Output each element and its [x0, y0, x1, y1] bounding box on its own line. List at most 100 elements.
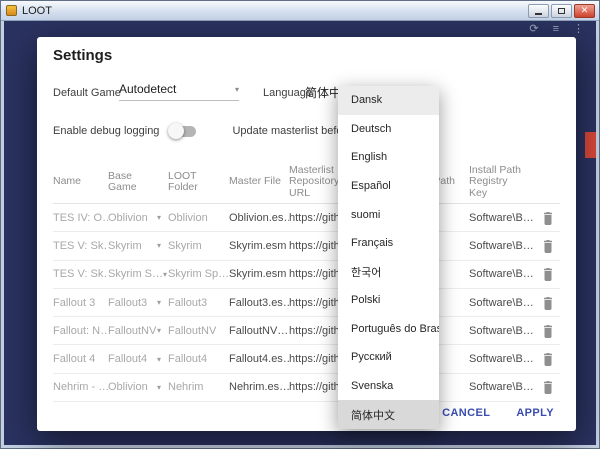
base-game-value: FalloutNV — [108, 325, 156, 337]
game-name-field[interactable]: TES IV: O… — [53, 212, 108, 224]
master-file-field[interactable]: Fallout4.es… — [229, 353, 289, 365]
column-header: Install Path Registry Key — [469, 165, 536, 200]
base-game-select[interactable]: Skyrim ▾ — [108, 240, 168, 252]
game-row: Nehrim - … Oblivion ▾ Nehrim Nehrim.es… … — [53, 374, 560, 402]
apply-button[interactable]: APPLY — [516, 407, 554, 419]
dialog-actions: CANCEL APPLY — [442, 407, 554, 419]
loot-app-icon — [6, 5, 17, 16]
registry-key-field[interactable]: Software\B… — [469, 381, 536, 393]
minimize-button[interactable] — [528, 4, 549, 18]
registry-key-field[interactable]: Software\B… — [469, 212, 536, 224]
language-option[interactable]: Svenska — [338, 372, 439, 401]
delete-game-button[interactable] — [536, 211, 560, 225]
chevron-down-icon: ▾ — [157, 355, 162, 364]
base-game-select[interactable]: Skyrim S… ▾ — [108, 268, 168, 280]
game-row: Fallout 4 Fallout4 ▾ Fallout4 Fallout4.e… — [53, 345, 560, 373]
game-row: TES V: Sk… Skyrim ▾ Skyrim Skyrim.esm ht… — [53, 232, 560, 260]
toggle-switch[interactable] — [169, 126, 196, 137]
loot-folder-field[interactable]: Fallout3 — [168, 297, 229, 309]
master-file-field[interactable]: Fallout3.es… — [229, 297, 289, 309]
language-option-label: Svenska — [351, 380, 393, 392]
language-option-label: Русский — [351, 351, 392, 363]
base-game-select[interactable]: Oblivion ▾ — [108, 212, 168, 224]
app-window: LOOT ✕ ⟳ ≡ ⋮ Settings Default Game Autod… — [0, 0, 600, 449]
base-game-value: Fallout3 — [108, 297, 147, 309]
game-name-field[interactable]: TES V: Sk… — [53, 268, 108, 280]
delete-game-button[interactable] — [536, 296, 560, 310]
loot-folder-field[interactable]: Oblivion — [168, 212, 229, 224]
game-name-field[interactable]: Fallout 3 — [53, 297, 108, 309]
registry-key-field[interactable]: Software\B… — [469, 325, 536, 337]
cancel-button[interactable]: CANCEL — [442, 407, 490, 419]
language-option[interactable]: Français — [338, 229, 439, 258]
language-option[interactable]: Dansk — [338, 86, 439, 115]
loot-folder-field[interactable]: Skyrim — [168, 240, 229, 252]
loot-folder-field[interactable]: Skyrim Sp… — [168, 268, 229, 280]
base-game-select[interactable]: Fallout4 ▾ — [108, 353, 168, 365]
delete-game-button[interactable] — [536, 380, 560, 394]
maximize-button[interactable] — [551, 4, 572, 18]
master-file-field[interactable]: FalloutNV… — [229, 325, 289, 337]
delete-game-button[interactable] — [536, 324, 560, 338]
game-name-field[interactable]: TES V: Sk… — [53, 240, 108, 252]
chevron-down-icon: ▾ — [235, 85, 239, 94]
loot-folder-field[interactable]: Fallout4 — [168, 353, 229, 365]
master-file-field[interactable]: Nehrim.es… — [229, 381, 289, 393]
game-name-field[interactable]: Nehrim - … — [53, 381, 108, 393]
table-body: TES IV: O… Oblivion ▾ Oblivion Oblivion.… — [53, 204, 560, 402]
game-row: Fallout 3 Fallout3 ▾ Fallout3 Fallout3.e… — [53, 289, 560, 317]
base-game-select[interactable]: FalloutNV ▾ — [108, 325, 168, 337]
language-option[interactable]: suomi — [338, 200, 439, 229]
list-icon[interactable]: ≡ — [553, 24, 559, 35]
registry-key-field[interactable]: Software\B… — [469, 240, 536, 252]
loot-folder-field[interactable]: FalloutNV — [168, 325, 229, 337]
column-header: Master File — [229, 176, 289, 188]
trash-icon — [542, 380, 554, 394]
master-file-field[interactable]: Skyrim.esm — [229, 240, 289, 252]
game-name-field[interactable]: Fallout: N… — [53, 325, 108, 337]
trash-icon — [542, 239, 554, 253]
registry-key-field[interactable]: Software\B… — [469, 353, 536, 365]
window-titlebar[interactable]: LOOT ✕ — [1, 1, 599, 21]
window-controls: ✕ — [528, 4, 599, 18]
settings-dialog: Settings Default Game Autodetect ▾ Langu… — [37, 37, 576, 431]
language-option[interactable]: Español — [338, 172, 439, 201]
column-header: LOOT Folder — [168, 171, 229, 194]
language-option[interactable]: Português do Brasil — [338, 315, 439, 344]
base-game-select[interactable]: Fallout3 ▾ — [108, 297, 168, 309]
default-game-label: Default Game — [53, 87, 121, 99]
language-option-label: 한국어 — [351, 264, 381, 280]
registry-key-field[interactable]: Software\B… — [469, 297, 536, 309]
delete-game-button[interactable] — [536, 267, 560, 281]
language-option-label: Deutsch — [351, 123, 391, 135]
delete-game-button[interactable] — [536, 239, 560, 253]
default-game-select[interactable]: Autodetect ▾ — [119, 82, 239, 101]
refresh-icon[interactable]: ⟳ — [529, 24, 538, 35]
game-row: TES IV: O… Oblivion ▾ Oblivion Oblivion.… — [53, 204, 560, 232]
language-option-label: 简体中文 — [351, 407, 395, 423]
master-file-field[interactable]: Skyrim.esm — [229, 268, 289, 280]
close-button[interactable]: ✕ — [574, 4, 595, 18]
language-option[interactable]: 한국어 — [338, 257, 439, 286]
game-row: Fallout: N… FalloutNV ▾ FalloutNV Fallou… — [53, 317, 560, 345]
red-panel-fragment — [585, 132, 596, 158]
game-row: TES V: Sk… Skyrim S… ▾ Skyrim Sp… Skyrim… — [53, 261, 560, 289]
master-file-field[interactable]: Oblivion.es… — [229, 212, 289, 224]
language-option[interactable]: English — [338, 143, 439, 172]
window-title: LOOT — [22, 5, 52, 17]
table-header-row: Name Base Game LOOT Folder Master File M… — [53, 161, 560, 204]
language-option[interactable]: Deutsch — [338, 115, 439, 144]
registry-key-field[interactable]: Software\B… — [469, 268, 536, 280]
games-table: Name Base Game LOOT Folder Master File M… — [53, 161, 560, 402]
kebab-menu-icon[interactable]: ⋮ — [573, 24, 584, 35]
game-name-field[interactable]: Fallout 4 — [53, 353, 108, 365]
delete-game-button[interactable] — [536, 352, 560, 366]
trash-icon — [542, 267, 554, 281]
maximize-icon — [558, 8, 565, 14]
base-game-select[interactable]: Oblivion ▾ — [108, 381, 168, 393]
trash-icon — [542, 324, 554, 338]
language-option[interactable]: 简体中文 — [338, 400, 439, 429]
language-option[interactable]: Polski — [338, 286, 439, 315]
loot-folder-field[interactable]: Nehrim — [168, 381, 229, 393]
language-option[interactable]: Русский — [338, 343, 439, 372]
